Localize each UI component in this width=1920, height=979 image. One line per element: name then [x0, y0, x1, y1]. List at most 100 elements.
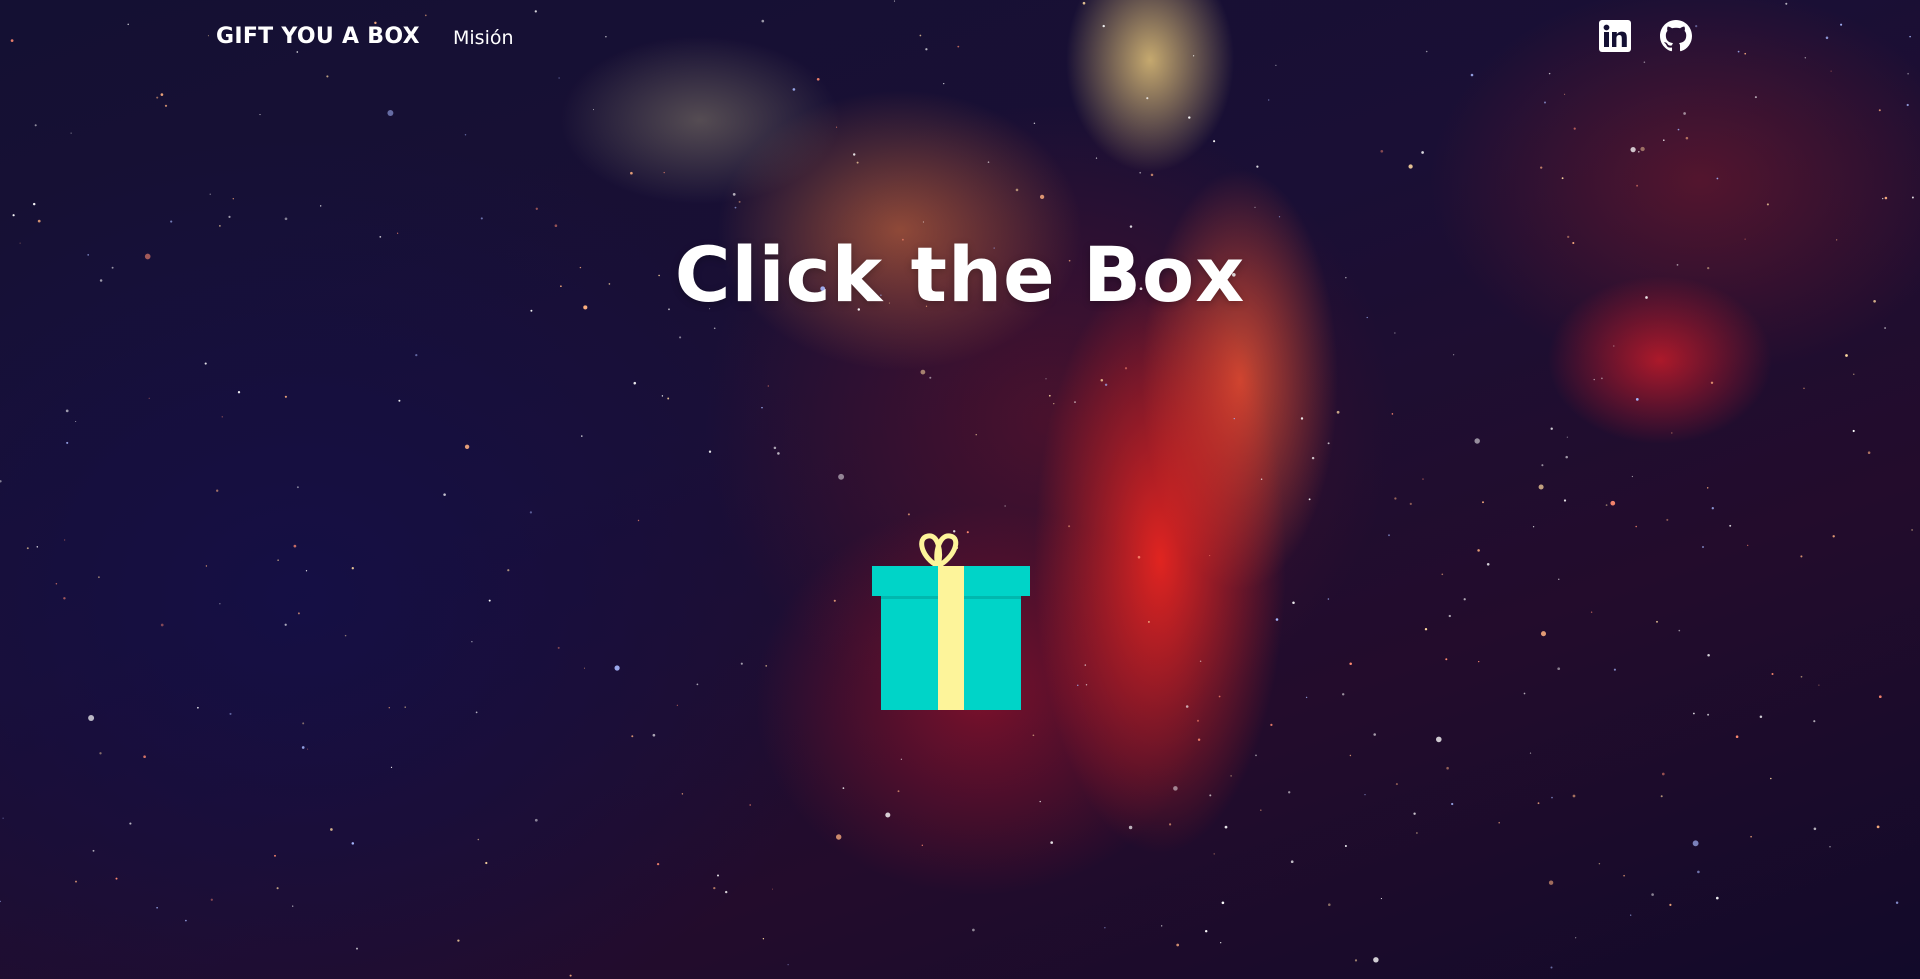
- star: [1451, 802, 1454, 806]
- star: [1220, 942, 1222, 944]
- star: [1636, 184, 1639, 187]
- star: [1707, 654, 1710, 657]
- star: [292, 905, 294, 907]
- star: [614, 665, 620, 671]
- top-navbar: GIFT YOU A BOX Misión: [0, 0, 1920, 78]
- star: [0, 480, 2, 483]
- star: [1550, 427, 1553, 430]
- star: [637, 519, 640, 522]
- star: [36, 546, 39, 548]
- star: [129, 822, 132, 825]
- star: [1710, 381, 1714, 385]
- star: [767, 385, 769, 387]
- star: [457, 939, 460, 942]
- star: [1669, 903, 1672, 906]
- star: [1566, 436, 1568, 438]
- star: [488, 599, 491, 602]
- star: [792, 88, 796, 91]
- linkedin-link[interactable]: [1599, 20, 1631, 52]
- star: [1813, 827, 1817, 831]
- star: [1911, 196, 1914, 199]
- star: [773, 446, 777, 450]
- star: [1598, 862, 1601, 865]
- star: [415, 353, 418, 357]
- star: [210, 898, 213, 901]
- star: [471, 641, 473, 643]
- star: [1613, 668, 1616, 671]
- star: [1884, 327, 1887, 329]
- star: [232, 198, 234, 200]
- star: [920, 369, 926, 375]
- star: [630, 171, 633, 175]
- star: [732, 193, 736, 196]
- star: [1275, 618, 1279, 621]
- star: [1661, 772, 1665, 776]
- star: [1630, 914, 1632, 916]
- star: [1344, 845, 1347, 847]
- star: [1373, 733, 1376, 736]
- star: [907, 513, 910, 516]
- nav-link-mision[interactable]: Misión: [453, 27, 514, 49]
- star: [1557, 667, 1561, 671]
- star: [259, 114, 261, 116]
- star: [1424, 627, 1428, 631]
- star: [1311, 456, 1315, 460]
- star: [842, 787, 845, 789]
- star: [1100, 379, 1104, 382]
- star: [761, 406, 763, 409]
- star: [1747, 544, 1749, 546]
- star: [1015, 188, 1019, 192]
- star: [1053, 403, 1055, 405]
- star: [237, 391, 241, 394]
- star: [1564, 93, 1566, 95]
- star: [1818, 684, 1820, 686]
- star: [307, 748, 309, 750]
- star: [1697, 870, 1700, 874]
- star: [852, 153, 856, 156]
- star: [1482, 501, 1484, 504]
- star: [1185, 705, 1189, 708]
- star: [1867, 451, 1871, 454]
- star: [740, 662, 743, 665]
- star: [1478, 660, 1480, 663]
- star: [1878, 109, 1881, 112]
- star: [1004, 505, 1006, 507]
- star: [738, 200, 741, 203]
- star: [1288, 791, 1291, 794]
- star: [1327, 442, 1330, 445]
- star: [1635, 398, 1639, 401]
- star: [663, 171, 665, 174]
- star: [1077, 684, 1079, 686]
- star: [1221, 901, 1225, 905]
- star: [835, 834, 842, 840]
- star: [1139, 171, 1142, 174]
- star: [507, 569, 510, 572]
- star: [344, 634, 347, 637]
- star: [284, 623, 287, 626]
- star: [1605, 504, 1608, 506]
- star: [1104, 927, 1106, 929]
- star: [1666, 518, 1669, 521]
- gift-box-button[interactable]: [872, 532, 1030, 710]
- star: [305, 570, 308, 572]
- star: [943, 82, 945, 85]
- star: [1268, 99, 1270, 101]
- star: [1128, 825, 1133, 830]
- github-link[interactable]: [1660, 20, 1692, 52]
- star: [1305, 696, 1308, 699]
- star: [301, 746, 305, 749]
- star: [1445, 658, 1448, 661]
- star: [897, 790, 900, 793]
- star: [1039, 800, 1041, 803]
- star: [838, 473, 845, 480]
- star: [216, 489, 219, 492]
- star: [1716, 177, 1719, 180]
- star: [115, 877, 118, 880]
- brand-logo-link[interactable]: GIFT YOU A BOX: [216, 24, 420, 49]
- star: [1048, 394, 1051, 397]
- star: [37, 219, 41, 223]
- star: [160, 623, 164, 627]
- star: [197, 706, 199, 709]
- star: [1630, 146, 1636, 153]
- star: [667, 397, 670, 400]
